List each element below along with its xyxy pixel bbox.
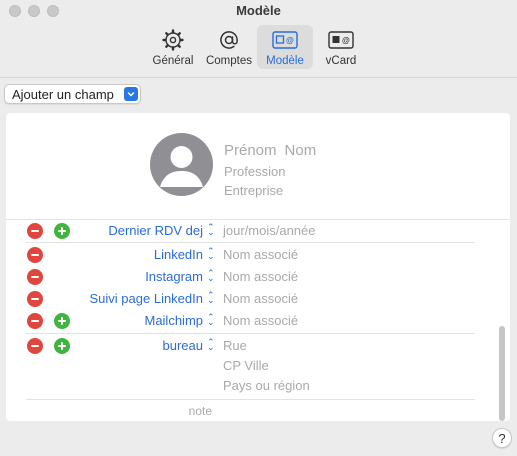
field-row-linkedin: LinkedIn ⌃ ⌄ Nom associé (6, 245, 510, 265)
field-value[interactable]: Nom associé (223, 269, 298, 284)
tab-vcard[interactable]: @ vCard (313, 25, 369, 69)
tab-vcard-label: vCard (325, 55, 357, 67)
address-row: bureau ⌃ ⌄ Rue CP Ville Pays ou région (6, 336, 510, 398)
divider (26, 399, 475, 400)
field-row-suivi-linkedin: Suivi page LinkedIn ⌃ ⌄ Nom associé (6, 289, 510, 309)
field-value[interactable]: jour/mois/année (223, 223, 316, 238)
remove-field-button[interactable] (27, 269, 43, 285)
field-value[interactable]: Nom associé (223, 313, 298, 328)
remove-field-button[interactable] (27, 247, 43, 263)
divider (26, 242, 475, 243)
company-field[interactable]: Entreprise (224, 183, 283, 198)
svg-text:@: @ (286, 36, 294, 45)
tab-accounts-label: Comptes (205, 55, 253, 67)
help-button[interactable]: ? (492, 428, 512, 448)
add-field-label: Ajouter un champ (12, 86, 114, 102)
preferences-tabs: Général Comptes @ Modèle @ vCard (145, 25, 369, 69)
add-field-button[interactable] (54, 313, 70, 329)
gear-icon (162, 28, 184, 52)
add-field-popup[interactable]: Ajouter un champ (4, 84, 141, 104)
template-card-icon: @ (272, 28, 298, 52)
add-address-button[interactable] (54, 338, 70, 354)
profession-field[interactable]: Profession (224, 164, 285, 179)
chevron-down-icon (124, 87, 138, 101)
address-label[interactable]: bureau (163, 338, 203, 353)
avatar[interactable] (150, 133, 213, 196)
field-value[interactable]: Nom associé (223, 247, 298, 262)
field-label[interactable]: Dernier RDV dej (108, 223, 203, 238)
tab-template[interactable]: @ Modèle (257, 25, 313, 69)
divider (26, 333, 475, 334)
field-row-instagram: Instagram ⌃ ⌄ Nom associé (6, 267, 510, 287)
field-label[interactable]: Suivi page LinkedIn (90, 291, 203, 306)
street-field[interactable]: Rue (223, 338, 247, 353)
tab-general[interactable]: Général (145, 25, 201, 69)
chevron-updown-icon[interactable]: ⌃ ⌄ (207, 223, 215, 237)
tab-template-label: Modèle (266, 55, 304, 67)
field-row-dernier-rdv: Dernier RDV dej ⌃ ⌄ jour/mois/année (6, 221, 510, 241)
scrollbar-thumb[interactable] (499, 326, 505, 421)
remove-address-button[interactable] (27, 338, 43, 354)
field-label[interactable]: Instagram (145, 269, 203, 284)
chevron-updown-icon[interactable]: ⌃ ⌄ (207, 338, 215, 352)
last-name-field[interactable]: Nom (285, 142, 317, 159)
field-label[interactable]: Mailchimp (144, 313, 203, 328)
contact-template-card: Prénom Nom Profession Entreprise Dernier … (6, 113, 510, 421)
remove-field-button[interactable] (27, 313, 43, 329)
city-field[interactable]: CP Ville (223, 358, 269, 373)
name-fields: Prénom Nom (224, 142, 316, 159)
svg-text:@: @ (342, 36, 350, 45)
window-title: Modèle (236, 3, 281, 18)
chevron-updown-icon[interactable]: ⌃ ⌄ (207, 313, 215, 327)
first-name-field[interactable]: Prénom (224, 142, 277, 159)
chevron-updown-icon[interactable]: ⌃ ⌄ (207, 291, 215, 305)
chevron-updown-icon[interactable]: ⌃ ⌄ (207, 269, 215, 283)
person-icon (160, 146, 203, 187)
remove-field-button[interactable] (27, 291, 43, 307)
chevron-updown-icon[interactable]: ⌃ ⌄ (207, 247, 215, 261)
note-field[interactable]: note (189, 404, 212, 418)
window-toolbar: Modèle Général Comptes @ Modèle @ vCard (0, 0, 517, 78)
tab-accounts[interactable]: Comptes (201, 25, 257, 69)
field-label[interactable]: LinkedIn (154, 247, 203, 262)
field-value[interactable]: Nom associé (223, 291, 298, 306)
tab-general-label: Général (152, 55, 194, 67)
country-field[interactable]: Pays ou région (223, 378, 310, 393)
divider (6, 219, 510, 220)
field-row-mailchimp: Mailchimp ⌃ ⌄ Nom associé (6, 311, 510, 331)
vcard-icon: @ (328, 28, 354, 52)
remove-field-button[interactable] (27, 223, 43, 239)
at-sign-icon (218, 28, 240, 52)
add-field-button[interactable] (54, 223, 70, 239)
